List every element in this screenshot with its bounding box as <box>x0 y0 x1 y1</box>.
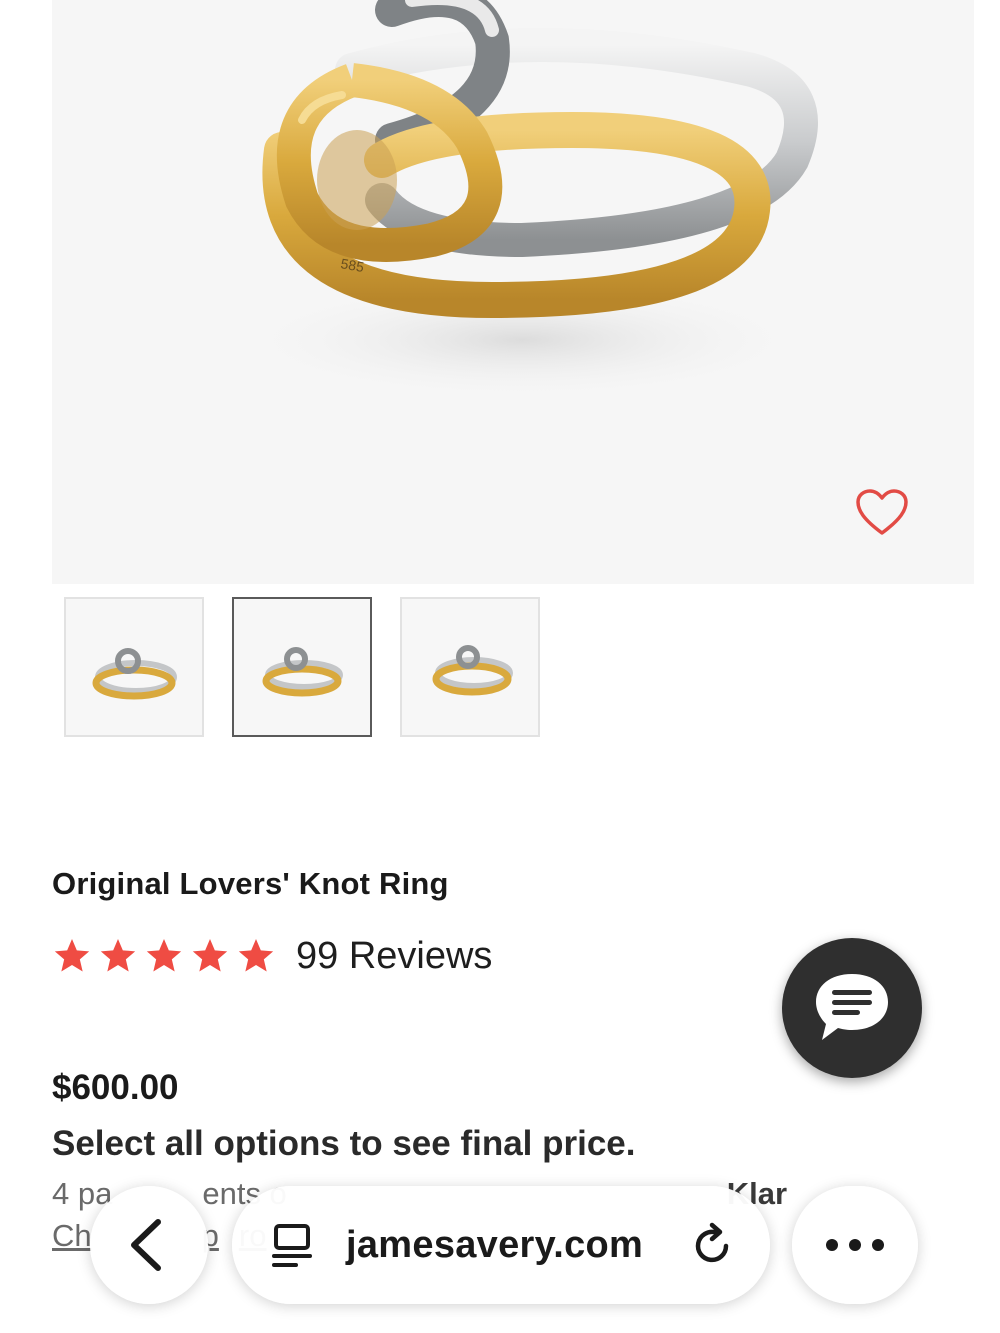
browser-back-button[interactable] <box>90 1186 208 1304</box>
ellipsis-icon <box>826 1239 884 1251</box>
star-icon <box>146 939 182 972</box>
checkout-text-a: Ch <box>52 1218 92 1253</box>
thumbnail-ring-image <box>262 647 343 697</box>
thumbnail-ring-image <box>92 648 177 700</box>
chevron-left-icon <box>131 1219 161 1271</box>
price-note: Select all options to see final price. <box>52 1124 636 1163</box>
browser-address-bar[interactable]: jamesavery.com <box>232 1186 770 1304</box>
thumbnail-ring-image <box>432 645 513 696</box>
star-icon <box>100 939 136 972</box>
star-rating <box>52 936 276 976</box>
star-icon <box>238 939 274 972</box>
ring-illustration: 585 <box>232 0 818 400</box>
star-icon <box>192 939 228 972</box>
star-icon <box>54 939 90 972</box>
product-price: $600.00 <box>52 1068 179 1107</box>
url-text: jamesavery.com <box>346 1224 644 1266</box>
wishlist-heart-icon[interactable] <box>855 488 909 538</box>
thumbnail-3[interactable] <box>400 597 540 737</box>
product-title: Original Lovers' Knot Ring <box>52 866 449 901</box>
chat-button[interactable] <box>782 938 922 1078</box>
reload-icon[interactable] <box>686 1220 738 1272</box>
tabs-icon <box>272 1224 312 1267</box>
thumbnail-1[interactable] <box>64 597 204 737</box>
reviews-count: 99 Reviews <box>296 934 493 977</box>
browser-more-button[interactable] <box>792 1186 918 1304</box>
chat-bubble-icon <box>816 974 888 1040</box>
rating-reviews-link[interactable]: 99 Reviews <box>52 932 492 980</box>
product-main-image: 585 <box>52 0 974 584</box>
thumbnail-2-selected[interactable] <box>232 597 372 737</box>
